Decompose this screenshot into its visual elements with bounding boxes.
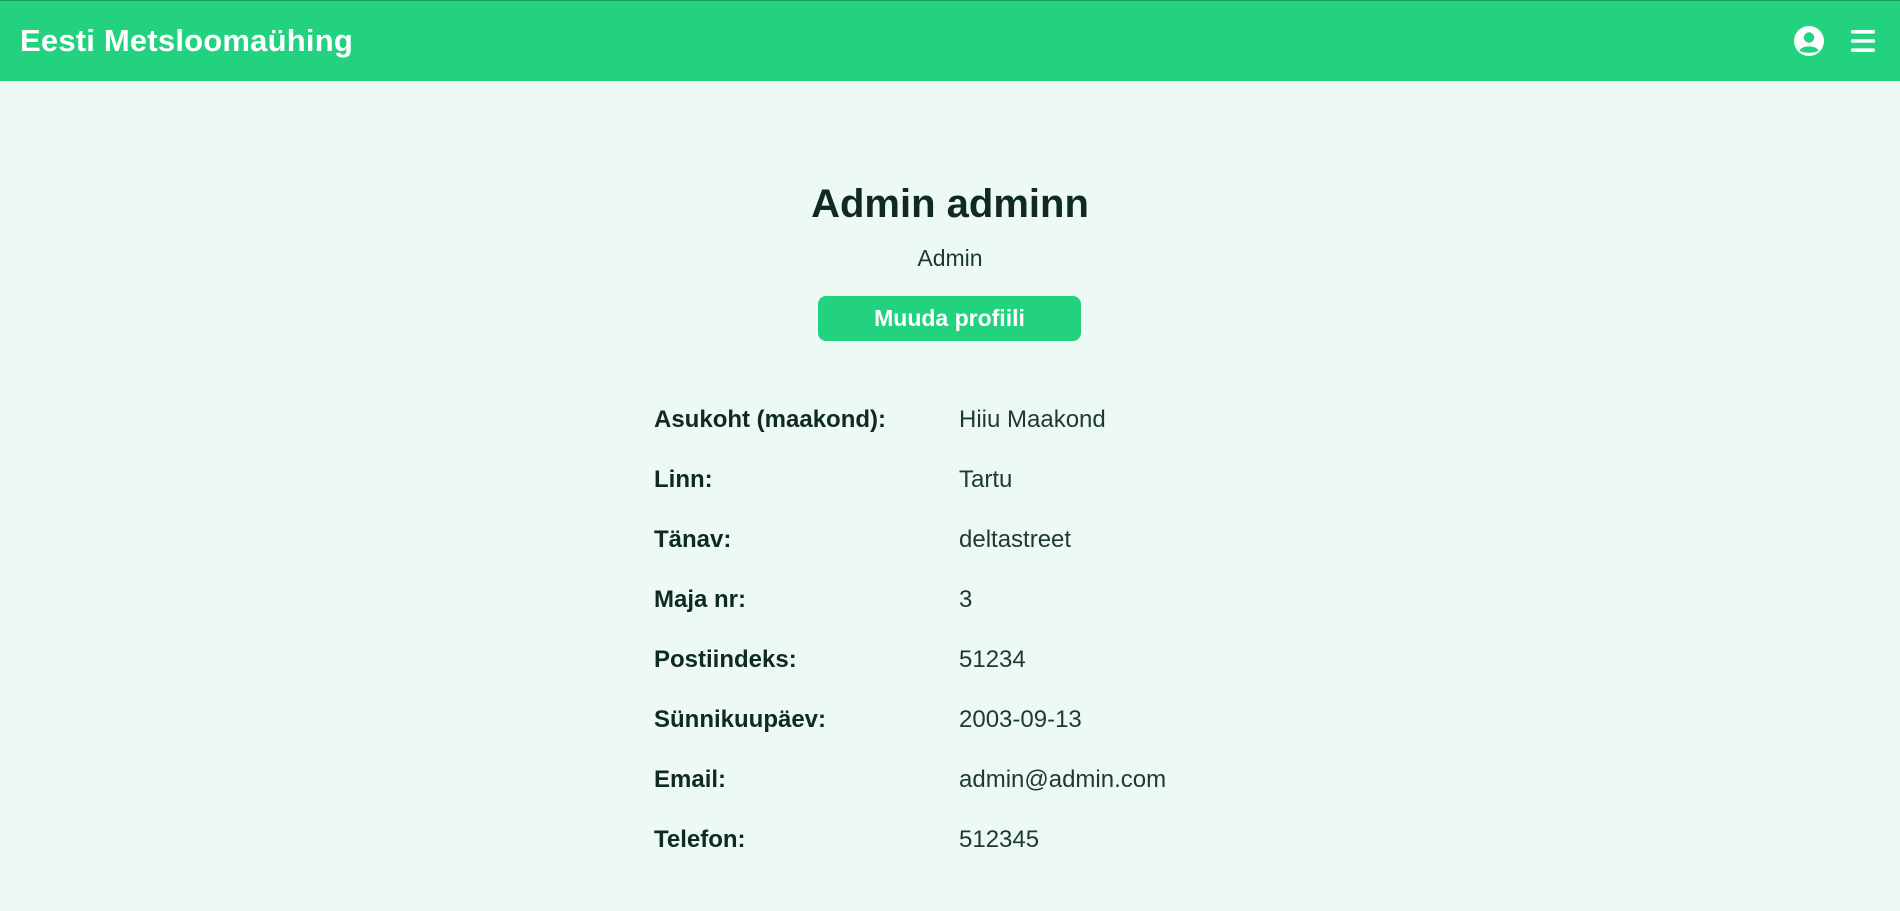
detail-row-county: Asukoht (maakond): Hiiu Maakond	[654, 390, 1254, 450]
detail-row-phone: Telefon: 512345	[654, 810, 1254, 870]
brand-title[interactable]: Eesti Metsloomaühing	[20, 23, 353, 59]
detail-row-birthdate: Sünnikuupäev: 2003-09-13	[654, 690, 1254, 750]
detail-label: Tänav:	[654, 526, 732, 553]
detail-label: Sünnikuupäev:	[654, 706, 827, 733]
profile-details: Asukoht (maakond): Hiiu Maakond Linn: Ta…	[654, 390, 1254, 870]
detail-value: 2003-09-13	[959, 706, 1082, 733]
detail-value: deltastreet	[959, 526, 1072, 553]
detail-label: Linn:	[654, 466, 713, 493]
nav-actions	[1792, 24, 1880, 58]
detail-row-city: Linn: Tartu	[654, 450, 1254, 510]
detail-value: Hiiu Maakond	[959, 406, 1106, 433]
profile-role: Admin	[917, 245, 983, 271]
hamburger-menu-icon[interactable]	[1846, 24, 1880, 58]
detail-label: Postiindeks:	[654, 646, 797, 673]
detail-value: 3	[959, 586, 973, 613]
detail-row-street: Tänav: deltastreet	[654, 510, 1254, 570]
profile-name: Admin adminn	[811, 182, 1089, 226]
detail-value: 51234	[959, 646, 1026, 673]
edit-profile-button[interactable]: Muuda profiili	[818, 296, 1081, 341]
detail-row-email: Email: admin@admin.com	[654, 750, 1254, 810]
detail-row-postal-code: Postiindeks: 51234	[654, 630, 1254, 690]
detail-value: 512345	[959, 826, 1040, 853]
detail-label: Maja nr:	[654, 586, 747, 613]
detail-value: Tartu	[959, 466, 1013, 493]
user-circle-icon[interactable]	[1792, 24, 1826, 58]
detail-label: Email:	[654, 766, 727, 793]
detail-label: Asukoht (maakond):	[654, 406, 887, 433]
detail-label: Telefon:	[654, 826, 746, 853]
top-navbar: Eesti Metsloomaühing	[0, 0, 1900, 81]
detail-value: admin@admin.com	[959, 766, 1167, 793]
detail-row-house-number: Maja nr: 3	[654, 570, 1254, 630]
